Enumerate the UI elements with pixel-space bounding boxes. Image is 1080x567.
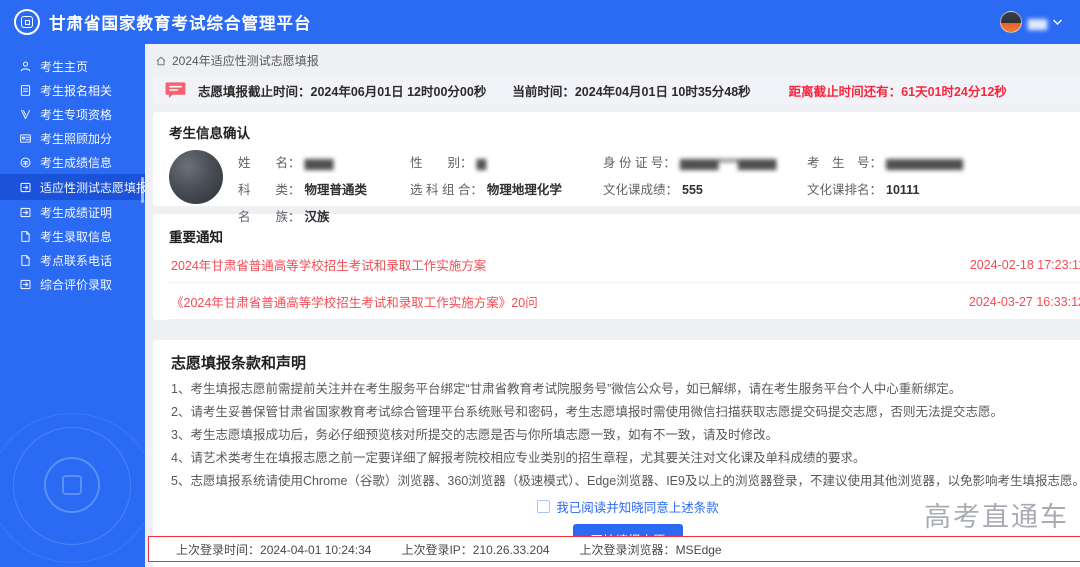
term-line: 3、考生志愿填报成功后，务必仔细预览核对所提交的志愿是否与你所填志愿一致，如有不… [171, 428, 778, 442]
sidebar-item-label: 考点联系电话 [40, 253, 113, 268]
term-line: 5、志愿填报系统请使用Chrome（谷歌）浏览器、360浏览器（极速模式）、Ed… [171, 474, 1080, 488]
score-coin-icon [18, 155, 32, 169]
file-icon [18, 229, 32, 243]
chevron-down-icon [1053, 19, 1062, 25]
notices-card: 重要通知 2024年甘肃省普通高等学校招生考试和录取工作实施方案 2024-02… [153, 214, 1080, 320]
term-line: 4、请艺术类考生在填报志愿之前一定要详细了解报考院校相应专业类别的招生章程，尤其… [171, 451, 866, 465]
sidebar-item-label: 考生照顾加分 [40, 131, 113, 146]
sidebar-item-score-certificate[interactable]: 考生成绩证明 [0, 200, 145, 224]
field-id-number: 身 份 证 号： ▆▆▆▆****▆▆▆▆ [603, 156, 777, 170]
field-candidate-number: 考 生 号： ▆▆▆▆▆▆▆▆ [807, 156, 963, 170]
form-submit-icon [18, 180, 32, 194]
notice-date: 2024-03-27 16:33:12 [968, 294, 1080, 309]
form-submit-icon [18, 205, 32, 219]
last-login-browser: 上次登录浏览器：MSEdge [579, 542, 722, 557]
sidebar-decoration [0, 405, 145, 567]
sidebar-item-label: 考生成绩信息 [40, 155, 113, 170]
user-icon [18, 59, 32, 73]
document-icon [18, 83, 32, 97]
term-line: 2、请考生妥善保管甘肃省国家教育考试综合管理平台系统账号和密码，考生志愿填报时需… [171, 405, 1003, 419]
student-fields: 姓 名： ▆▆▆ 性 别： ▆ 身 份 证 号： ▆▆▆▆****▆▆▆▆ 考 生 号… [238, 152, 1080, 225]
term-line: 1、考生填报志愿前需提前关注并在考生服务平台绑定“甘肃省教育考试院服务号”微信公… [171, 382, 962, 396]
notice-date: 2024-02-18 17:23:11 [969, 257, 1080, 272]
user-menu[interactable]: ▆▆ [999, 11, 1062, 33]
deadline-bar: 志愿填报截止时间：2024年06月01日 12时00分00秒 当前时间：2024… [153, 76, 1080, 104]
file-icon [18, 253, 32, 267]
platform-logo-icon [14, 9, 40, 35]
sidebar-item-special-qualification[interactable]: 考生专项资格 [0, 102, 145, 126]
agree-checkbox[interactable] [537, 500, 551, 513]
sidebar-item-label: 适应性测试志愿填报 [40, 180, 145, 195]
sidebar-item-admission-info[interactable]: 考生录取信息 [0, 224, 145, 248]
sidebar-item-home[interactable]: 考生主页 [0, 54, 145, 78]
sidebar-item-label: 考生成绩证明 [40, 205, 113, 220]
sidebar-item-registration[interactable]: 考生报名相关 [0, 78, 145, 102]
sidebar-item-score-info[interactable]: 考生成绩信息 [0, 150, 145, 174]
notice-title[interactable]: 2024年甘肃省普通高等学校招生考试和录取工作实施方案 [171, 255, 486, 274]
field-subject-category: 科 类： 物理普通类 [238, 183, 368, 197]
field-gender: 性 别： ▆ [410, 156, 487, 170]
field-culture-score: 文化课成绩： 555 [603, 183, 703, 197]
sidebar-item-bonus-points[interactable]: 考生照顾加分 [0, 126, 145, 150]
sidebar-item-comprehensive-evaluation[interactable]: 综合评价录取 [0, 272, 145, 296]
user-name: ▆▆ [1027, 15, 1047, 30]
field-culture-rank: 文化课排名： 10111 [807, 183, 920, 197]
sidebar-item-label: 综合评价录取 [40, 277, 113, 292]
user-avatar[interactable] [999, 11, 1022, 33]
main-content: 2024年适应性测试志愿填报 志愿填报截止时间：2024年06月01日 12时0… [145, 44, 1080, 567]
v-badge-icon [18, 107, 32, 121]
notice-link[interactable]: 2024年甘肃省普通高等学校招生考试和录取工作实施方案 2024-02-18 1… [169, 246, 1080, 283]
current-time: 当前时间：2024年04月01日 10时35分48秒 [512, 84, 751, 99]
last-login-time: 上次登录时间：2024-04-01 10:24:34 [176, 542, 372, 557]
notice-link[interactable]: 《2024年甘肃省普通高等学校招生考试和录取工作实施方案》20问 2024-03… [169, 283, 1080, 320]
last-login-bar: 上次登录时间：2024-04-01 10:24:34 上次登录IP：210.26… [148, 536, 1080, 562]
field-subject-combination: 选 科 组 合： 物理地理化学 [410, 183, 562, 197]
field-name: 姓 名： ▆▆▆ [238, 156, 334, 170]
breadcrumb-label: 2024年适应性测试志愿填报 [172, 54, 319, 68]
student-info-card: 考生信息确认 姓 名： ▆▆▆ 性 别： ▆ 身 份 证 号： ▆▆▆▆****▆▆▆… [153, 112, 1080, 224]
student-photo [169, 150, 223, 204]
student-info-title: 考生信息确认 [169, 126, 250, 141]
announcement-icon [165, 82, 186, 99]
deadline-time: 志愿填报截止时间：2024年06月01日 12时00分00秒 [198, 84, 487, 99]
sidebar-item-test-site-contact[interactable]: 考点联系电话 [0, 248, 145, 272]
remaining-time: 距离截止时间还有：61天01时24分12秒 [788, 84, 1007, 99]
home-icon [156, 56, 166, 65]
field-ethnicity: 名 族： 汉族 [238, 210, 330, 224]
notice-title[interactable]: 《2024年甘肃省普通高等学校招生考试和录取工作实施方案》20问 [171, 292, 538, 311]
terms-title: 志愿填报条款和声明 [171, 355, 307, 372]
notices-title: 重要通知 [169, 230, 223, 245]
sidebar: 考生主页 考生报名相关 考生专项资格 考生照顾加分 考生成绩信息 适应性测试志愿… [0, 44, 145, 567]
sidebar-scrollbar[interactable] [141, 177, 144, 203]
sidebar-item-label: 考生报名相关 [40, 83, 113, 98]
sidebar-item-label: 考生主页 [40, 59, 89, 74]
form-submit-icon [18, 277, 32, 291]
app-header: 甘肃省国家教育考试综合管理平台 ▆▆ [0, 0, 1080, 44]
sidebar-item-label: 考生录取信息 [40, 229, 113, 244]
sidebar-item-adaptive-test-application[interactable]: 适应性测试志愿填报 [0, 174, 145, 200]
app-title: 甘肃省国家教育考试综合管理平台 [49, 15, 312, 33]
sidebar-item-label: 考生专项资格 [40, 107, 113, 122]
agree-label[interactable]: 我已阅读并知晓同意上述条款 [556, 497, 719, 516]
last-login-ip: 上次登录IP：210.26.33.204 [401, 542, 550, 557]
id-card-icon [18, 131, 32, 145]
watermark-text: 高考直通车 [923, 502, 1069, 532]
breadcrumb[interactable]: 2024年适应性测试志愿填报 [155, 52, 1080, 69]
